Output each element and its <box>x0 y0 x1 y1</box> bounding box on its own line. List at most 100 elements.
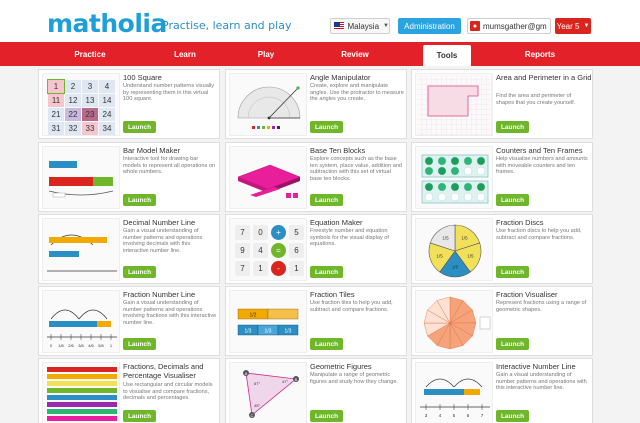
launch-button[interactable]: Launch <box>123 338 156 350</box>
tab-tools[interactable]: Tools <box>423 45 471 66</box>
caret-down-icon: ▼ <box>583 23 590 29</box>
fdp-visualiser-thumbnail <box>42 362 120 423</box>
tool-title: Fraction Visualiser <box>496 290 558 299</box>
tile-label: 1/3 <box>265 329 272 335</box>
counter <box>450 156 460 166</box>
tab-learn[interactable]: Learn <box>145 42 225 66</box>
header: matholia Practise, learn and play Malays… <box>0 0 640 42</box>
number-line-tick-label: 3 <box>425 413 428 418</box>
tagline: Practise, learn and play <box>162 19 292 32</box>
tool-card-fraction-tiles: 1/2 1/3 1/3 1/3 Fraction Tiles Use fract… <box>225 286 407 356</box>
tool-card-fraction-number-line: 0 1/6 2/6 3/6 4/6 5/6 1 Fraction Number Line G… <box>38 286 220 356</box>
number-line-tick-label: 3/6 <box>78 343 84 348</box>
tool-description: Gain a visual understanding of number pa… <box>123 228 203 254</box>
launch-button[interactable]: Launch <box>310 266 343 278</box>
fraction-box <box>479 316 491 330</box>
year-select[interactable]: Year 5 ▼ <box>555 18 591 34</box>
tab-reports[interactable]: Reports <box>500 42 580 66</box>
tool-description: Use fraction tiles to help you add, subt… <box>310 300 393 313</box>
counter <box>463 182 473 192</box>
tab-review[interactable]: Review <box>315 42 395 66</box>
tool-title: 100 Square <box>123 73 162 82</box>
tab-practice[interactable]: Practice <box>50 42 130 66</box>
equation-tile: 9 <box>235 243 250 258</box>
country-select[interactable]: Malaysia ▼ <box>330 18 390 34</box>
launch-button[interactable]: Launch <box>123 121 156 133</box>
counter <box>424 166 434 176</box>
counter <box>476 156 486 166</box>
counter <box>450 192 460 202</box>
disc-label: 1/5 <box>437 253 444 258</box>
counter <box>424 182 434 192</box>
hundred-square-cell: 24 <box>99 108 115 121</box>
hundred-square-cell: 22 <box>65 108 81 121</box>
tab-play[interactable]: Play <box>226 42 306 66</box>
user-label: mumsgather@gm <box>483 21 547 31</box>
user-menu[interactable]: ● mumsgather@gm <box>467 18 551 34</box>
counter <box>424 192 434 202</box>
counter <box>476 192 486 202</box>
country-label: Malaysia <box>347 21 380 31</box>
tool-card-decimal-number-line: Decimal Number Line Gain a visual unders… <box>38 214 220 284</box>
counter <box>437 166 447 176</box>
tool-title: Angle Manipulator <box>310 73 371 82</box>
launch-button[interactable]: Launch <box>310 338 343 350</box>
hundred-square-cell: 23 <box>82 108 98 121</box>
number-line-tick-label: 1 <box>110 343 113 348</box>
launch-button[interactable]: Launch <box>310 410 343 422</box>
angle-label: 67° <box>254 381 260 386</box>
fdp-bar <box>47 402 117 407</box>
tool-description: Find the area and perimeter of shapes th… <box>496 93 576 106</box>
matholia-logo[interactable]: matholia <box>47 9 167 38</box>
launch-button[interactable]: Launch <box>496 410 529 422</box>
launch-button[interactable]: Launch <box>123 194 156 206</box>
equation-tile: 4 <box>253 243 268 258</box>
counter <box>463 192 473 202</box>
equation-tile: 1 <box>253 261 268 276</box>
tool-title: Decimal Number Line <box>123 218 196 227</box>
launch-button[interactable]: Launch <box>123 410 156 422</box>
launch-button[interactable]: Launch <box>310 194 343 206</box>
equation-tile: 5 <box>289 225 304 240</box>
tool-card-100-square: 1 2 3 4 11 12 13 14 21 22 23 24 31 32 33 34 100 Square … <box>38 69 220 139</box>
fraction-tiles-thumbnail: 1/2 1/3 1/3 1/3 <box>229 290 307 353</box>
tool-title: Area and Perimeter in a Grid <box>496 73 592 82</box>
user-icon: ● <box>470 21 480 31</box>
launch-button[interactable]: Launch <box>496 266 529 278</box>
hundred-square-cell: 12 <box>65 94 81 107</box>
tool-title: Geometric Figures <box>310 362 372 371</box>
malaysia-flag-icon <box>334 22 345 30</box>
disc-label: 1/5 <box>452 265 459 270</box>
tool-card-geometric-figures: A B C 67° 47° 45° Geometric Figures Mani… <box>225 358 407 423</box>
tool-card-angle-manipulator: Angle Manipulator Create, explore and ma… <box>225 69 407 139</box>
area-perimeter-thumbnail <box>415 73 493 136</box>
hundred-square-cell: 13 <box>82 94 98 107</box>
launch-button[interactable]: Launch <box>123 266 156 278</box>
tool-description: Use fraction discs to help you add, subt… <box>496 228 582 241</box>
tool-description: Interactive tool for drawing bar models … <box>123 156 216 176</box>
launch-button[interactable]: Launch <box>496 121 529 133</box>
counters-ten-frames-thumbnail <box>415 146 493 209</box>
launch-button[interactable]: Launch <box>496 338 529 350</box>
tool-title: Fraction Tiles <box>310 290 355 299</box>
counter <box>476 182 486 192</box>
tile-label: 1/3 <box>245 329 252 335</box>
counter <box>437 182 447 192</box>
tool-description: Represent fractions using a range of geo… <box>496 300 587 313</box>
number-line-tick-label: 5 <box>453 413 456 418</box>
counter <box>437 192 447 202</box>
tool-description: Use rectangular and circular models to v… <box>123 382 213 402</box>
equation-tile: 6 <box>289 243 304 258</box>
administration-button[interactable]: Administration <box>398 18 461 34</box>
tool-title: Counters and Ten Frames <box>496 146 583 155</box>
fdp-bar <box>47 388 117 393</box>
tool-card-fraction-visualiser: Fraction Visualiser Represent fractions … <box>411 286 593 356</box>
hundred-square-cell: 33 <box>82 122 98 135</box>
100-square-thumbnail: 1 2 3 4 11 12 13 14 21 22 23 24 31 32 33 34 <box>42 73 120 136</box>
launch-button[interactable]: Launch <box>310 121 343 133</box>
tool-card-fraction-discs: 1/5 1/5 1/5 1/5 1/5 Fraction Discs Use fract… <box>411 214 593 284</box>
counter <box>463 156 473 166</box>
launch-button[interactable]: Launch <box>496 194 529 206</box>
tool-card-interactive-number-line: 3 4 5 6 7 Interactive Number Line Gain a vis… <box>411 358 593 423</box>
fdp-bar <box>47 416 117 421</box>
